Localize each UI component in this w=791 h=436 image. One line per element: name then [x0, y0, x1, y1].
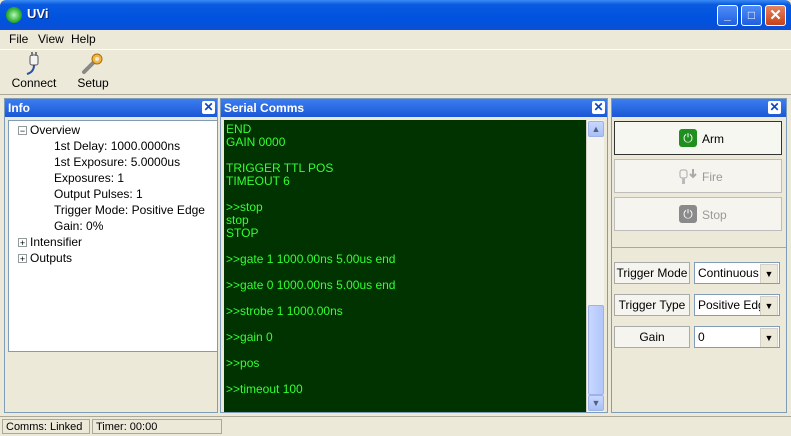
- tree-node[interactable]: Trigger Mode: Positive Edge: [54, 203, 205, 219]
- info-panel-close-icon[interactable]: ✕: [202, 101, 215, 114]
- timer-status: Timer: 00:00: [92, 419, 222, 434]
- chevron-down-icon[interactable]: ▼: [760, 264, 778, 283]
- gain-label: Gain: [614, 326, 690, 348]
- serial-comms-panel: Serial Comms ✕ END GAIN 0000 TRIGGER TTL P…: [220, 98, 608, 413]
- stop-button[interactable]: ⏻ Stop: [614, 197, 782, 231]
- tree-node[interactable]: Gain: 0%: [54, 219, 103, 235]
- console-line: stop: [226, 213, 249, 227]
- tree-node[interactable]: Output Pulses: 1: [54, 187, 143, 203]
- arm-label: Arm: [702, 132, 724, 146]
- tree-node[interactable]: 1st Delay: 1000.0000ns: [54, 139, 180, 155]
- console-line: >>gain 0: [226, 330, 273, 344]
- tree-node-label: Outputs: [30, 251, 73, 265]
- tree-node-overview[interactable]: − Overview: [18, 123, 80, 139]
- power-icon: ⏻: [679, 129, 697, 147]
- comms-status: Comms: Linked: [2, 419, 90, 434]
- title-bar[interactable]: [0, 0, 791, 30]
- expand-icon[interactable]: +: [18, 254, 27, 264]
- tree-node-label: Overview: [30, 123, 81, 137]
- trigger-mode-value: Continuous: [698, 266, 759, 280]
- divider: [612, 247, 786, 248]
- gain-value: 0: [698, 330, 705, 344]
- console-scrollbar[interactable]: ▲ ▼: [586, 120, 604, 412]
- info-panel: Info ✕ − Overview 1st Delay: 1000.0000ns …: [4, 98, 218, 413]
- wrench-icon: [82, 53, 103, 74]
- console-line: >>gate 0 1000.00ns 5.00us end: [226, 278, 396, 292]
- console-line: GAIN 0000: [226, 135, 286, 149]
- serial-console[interactable]: END GAIN 0000 TRIGGER TTL POS TIMEOUT 6 >>st…: [224, 120, 604, 412]
- scroll-thumb[interactable]: [588, 305, 604, 395]
- arm-button[interactable]: ⏻ Arm: [614, 121, 782, 155]
- menu-help[interactable]: Help: [71, 32, 96, 46]
- connect-label: Connect: [11, 76, 57, 90]
- status-bar: Comms: Linked Timer: 00:00: [0, 416, 791, 436]
- tree-node[interactable]: Exposures: 1: [54, 171, 124, 187]
- info-panel-header: Info: [5, 99, 217, 117]
- menu-bar: [0, 30, 791, 48]
- setup-label: Setup: [77, 76, 109, 90]
- trigger-mode-label: Trigger Mode: [614, 262, 690, 284]
- minimize-button[interactable]: _: [717, 5, 738, 26]
- console-line: >>timeout 100: [226, 382, 303, 396]
- connect-button[interactable]: Connect: [10, 52, 58, 94]
- collapse-icon[interactable]: −: [18, 126, 27, 136]
- chevron-down-icon[interactable]: ▼: [760, 328, 778, 347]
- tree-node-label: Intensifier: [30, 235, 83, 249]
- tree-node-intensifier[interactable]: + Intensifier: [18, 235, 82, 251]
- maximize-button[interactable]: □: [741, 5, 762, 26]
- control-panel-header: [612, 99, 786, 117]
- trigger-type-select[interactable]: Positive Edge ▼: [694, 294, 780, 316]
- fire-label: Fire: [702, 170, 723, 184]
- expand-icon[interactable]: +: [18, 238, 27, 248]
- info-tree[interactable]: − Overview 1st Delay: 1000.0000ns 1st Exp…: [8, 120, 218, 352]
- chevron-down-icon[interactable]: ▼: [760, 296, 778, 315]
- console-line: STOP: [226, 226, 259, 240]
- console-line: >>pos: [226, 356, 260, 370]
- menu-view[interactable]: View: [38, 32, 64, 46]
- toolbar: [0, 49, 791, 95]
- console-line: >>strobe 1 1000.00ns: [226, 304, 343, 318]
- console-line: >>gate 1 1000.00ns 5.00us end: [226, 252, 396, 266]
- trigger-type-label: Trigger Type: [614, 294, 690, 316]
- power-icon: ⏻: [679, 205, 697, 223]
- control-panel: ✕ ⏻ Arm Fire ⏻ Stop Trigger Mode Continu…: [611, 98, 787, 413]
- serial-comms-close-icon[interactable]: ✕: [592, 101, 605, 114]
- fire-icon: [679, 169, 697, 184]
- plug-icon: [26, 52, 39, 75]
- menu-file[interactable]: File: [9, 32, 28, 46]
- control-panel-close-icon[interactable]: ✕: [768, 101, 781, 114]
- console-line: >>stop: [226, 200, 263, 214]
- tree-node-outputs[interactable]: + Outputs: [18, 251, 72, 267]
- window-title: UVi: [27, 6, 49, 21]
- stop-label: Stop: [702, 208, 727, 222]
- scroll-down-icon[interactable]: ▼: [588, 395, 604, 411]
- app-icon: [6, 7, 22, 23]
- close-button[interactable]: ✕: [765, 5, 786, 26]
- setup-button[interactable]: Setup: [74, 52, 112, 94]
- trigger-mode-select[interactable]: Continuous ▼: [694, 262, 780, 284]
- gain-select[interactable]: 0 ▼: [694, 326, 780, 348]
- serial-comms-header: Serial Comms: [221, 99, 607, 117]
- tree-node[interactable]: 1st Exposure: 5.0000us: [54, 155, 180, 171]
- fire-button[interactable]: Fire: [614, 159, 782, 193]
- scroll-up-icon[interactable]: ▲: [588, 121, 604, 137]
- console-line: TIMEOUT 6: [226, 174, 290, 188]
